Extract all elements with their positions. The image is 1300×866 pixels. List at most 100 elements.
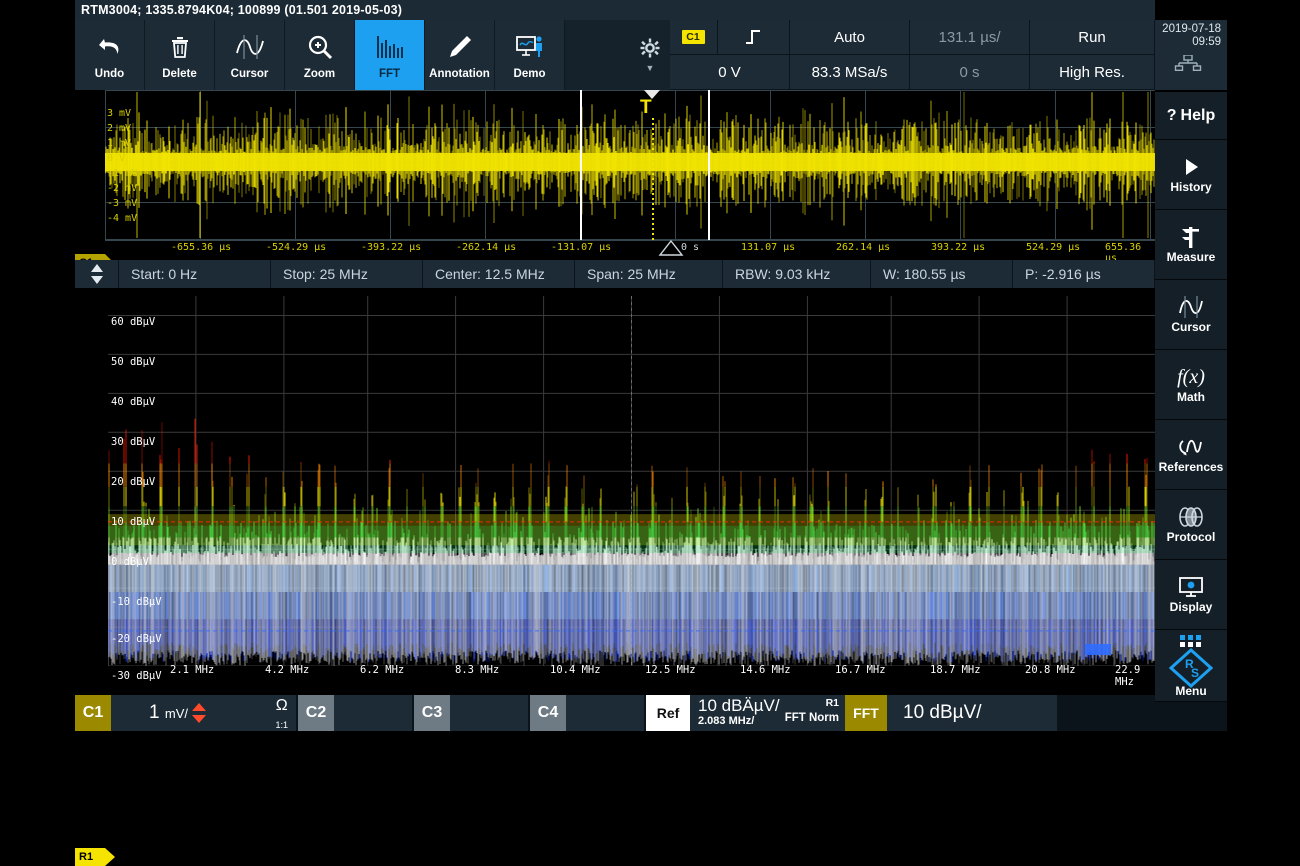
toolbar-fft-button[interactable]: FFT [355, 20, 425, 90]
channel-scale-steppers-c1[interactable] [191, 703, 207, 723]
channel-tag-c2[interactable]: C2 [298, 695, 334, 731]
reference-marker-r1[interactable]: R1 [75, 848, 105, 866]
fft-x-label-2: 6.2 MHz [360, 664, 404, 676]
channel-settings-c4[interactable] [566, 695, 644, 731]
toolbar-cursor-button[interactable]: Cursor [215, 20, 285, 90]
sidebar-item-help[interactable]: ? Help [1155, 92, 1227, 140]
toolbar-annotation-button[interactable]: Annotation [425, 20, 495, 90]
analog-y-label-4: -1 mV [107, 168, 137, 179]
sidebar-item-menu[interactable]: R S Menu [1155, 630, 1227, 702]
sidebar-item-cursor[interactable]: Cursor [1155, 280, 1227, 350]
sidebar-item-cursor-label: Cursor [1171, 320, 1210, 334]
fft-y-label-2: 40 dBµV [111, 396, 155, 408]
play-triangle-icon [1178, 155, 1204, 179]
analog-x-label-6: 131.07 µs [741, 242, 795, 253]
fft-rbw-cell[interactable]: RBW: 9.03 kHz [723, 260, 871, 288]
sidebar-item-history-label: History [1170, 180, 1211, 194]
fft-settings-bar: Start: 0 Hz Stop: 25 MHz Center: 12.5 MH… [75, 260, 1155, 288]
fft-y-label-8: -20 dBµV [111, 633, 162, 645]
trigger-level-line [652, 118, 654, 240]
reference-mode: FFT Norm [785, 712, 839, 724]
toolbar-spacer [565, 20, 635, 90]
channel-impedance-c1[interactable]: Ω 1:1 [275, 697, 288, 733]
toolbar-delete-label: Delete [162, 68, 197, 80]
analog-x-label-0: -655.36 µs [171, 242, 231, 253]
gear-icon [640, 38, 660, 58]
toolbar-zoom-label: Zoom [304, 68, 335, 80]
fft-position-cell[interactable]: P: -2.916 µs [1013, 260, 1155, 288]
fft-x-label-3: 8.3 MHz [455, 664, 499, 676]
edge-trigger-icon [743, 27, 765, 47]
toolbar-settings-button[interactable]: ▼ [630, 20, 670, 90]
sidebar-item-menu-label: Menu [1175, 684, 1206, 698]
analog-x-label-8: 393.22 µs [931, 242, 985, 253]
acquisition-state-cell[interactable]: Run [1030, 20, 1155, 55]
analog-x-label-3: -262.14 µs [456, 242, 516, 253]
toolbar-undo-button[interactable]: Undo [75, 20, 145, 90]
toolbar-zoom-button[interactable]: Zoom [285, 20, 355, 90]
channel-tag-c1[interactable]: C1 [75, 695, 111, 731]
channel-tag-c4[interactable]: C4 [530, 695, 566, 731]
toolbar-delete-button[interactable]: Delete [145, 20, 215, 90]
analog-y-label-2: 1 mV [107, 138, 131, 149]
clock-date: 2019-07-18 [1155, 23, 1221, 36]
fft-x-label-7: 16.7 MHz [835, 664, 886, 676]
fft-window-cell[interactable]: W: 180.55 µs [871, 260, 1013, 288]
sidebar-item-math[interactable]: f(x) Math [1155, 350, 1227, 420]
analog-display[interactable]: T 3 mV 2 mV 1 mV 0 V -1 mV -2 mV -3 mV -… [75, 90, 1155, 256]
chevron-down-icon: ▼ [646, 64, 655, 72]
channel-settings-c1[interactable]: 1 mV/ Ω 1:1 [111, 695, 296, 731]
analog-y-label-0: 3 mV [107, 108, 131, 119]
toolbar-undo-label: Undo [95, 68, 124, 80]
magnifier-plus-icon [305, 27, 335, 67]
fft-stop-cell[interactable]: Stop: 25 MHz [271, 260, 423, 288]
fft-tag[interactable]: FFT [845, 695, 887, 731]
fft-span-cell[interactable]: Span: 25 MHz [575, 260, 723, 288]
fft-start-cell[interactable]: Start: 0 Hz [119, 260, 271, 288]
reference-tag[interactable]: Ref [646, 695, 690, 731]
trigger-level-cell[interactable]: 0 V [670, 55, 790, 90]
fft-y-label-7: -10 dBµV [111, 596, 162, 608]
fft-center-cell[interactable]: Center: 12.5 MHz [423, 260, 575, 288]
window-title: RTM3004; 1335.8794K04; 100899 (01.501 20… [75, 0, 1155, 20]
sidebar-item-measure-label: Measure [1167, 250, 1216, 264]
up-down-stepper-icon[interactable] [75, 260, 119, 288]
acquisition-mode-cell[interactable]: High Res. [1030, 55, 1155, 90]
eye-diagram-icon [1175, 505, 1207, 529]
fft-x-label-9: 20.8 MHz [1025, 664, 1076, 676]
fft-settings-bottom[interactable]: 10 dBµV/ [887, 695, 1057, 731]
sidebar-item-references[interactable]: References [1155, 420, 1227, 490]
channel-tag-c3[interactable]: C3 [414, 695, 450, 731]
channel-settings-c2[interactable] [334, 695, 412, 731]
trash-icon [168, 27, 192, 67]
analog-x-label-7: 262.14 µs [836, 242, 890, 253]
analog-y-label-3: 0 V [107, 153, 125, 164]
trigger-source-cell[interactable]: C1 [670, 20, 718, 55]
toolbar-demo-button[interactable]: Demo [495, 20, 565, 90]
fft-display[interactable]: 60 dBµV 50 dBµV 40 dBµV 30 dBµV 20 dBµV … [75, 288, 1155, 690]
timebase-cell[interactable]: 131.1 µs/ [910, 20, 1030, 55]
trigger-mode-cell[interactable]: Auto [790, 20, 910, 55]
fft-x-label-4: 10.4 MHz [550, 664, 601, 676]
fft-x-label-5: 12.5 MHz [645, 664, 696, 676]
fft-scale: 10 dBµV/ [903, 702, 982, 724]
oscilloscope-screen: RTM3004; 1335.8794K04; 100899 (01.501 20… [0, 0, 1300, 731]
network-icon [1155, 55, 1221, 71]
fft-x-label-1: 4.2 MHz [265, 664, 309, 676]
sidebar-item-help-label: Help [1181, 107, 1216, 125]
trigger-type-cell[interactable] [718, 20, 790, 55]
sidebar-item-history[interactable]: History [1155, 140, 1227, 210]
trigger-offset-flag-icon [658, 239, 684, 257]
sidebar-item-protocol[interactable]: Protocol [1155, 490, 1227, 560]
fft-y-label-6: 0 dBµV [111, 556, 149, 568]
reference-settings[interactable]: 10 dBÄµV/ 2.083 MHz/ R1 FFT Norm [690, 695, 845, 731]
channel-settings-c3[interactable] [450, 695, 528, 731]
fft-x-label-6: 14.6 MHz [740, 664, 791, 676]
sidebar-item-display-label: Display [1170, 600, 1213, 614]
sidebar-item-display[interactable]: Display [1155, 560, 1227, 630]
sample-rate-cell[interactable]: 83.3 MSa/s [790, 55, 910, 90]
clock-box: 2019-07-18 09:59 [1155, 20, 1227, 90]
reference-wave-icon [1176, 435, 1206, 459]
sidebar-item-measure[interactable]: Measure [1155, 210, 1227, 280]
trigger-offset-cell[interactable]: 0 s [910, 55, 1030, 90]
